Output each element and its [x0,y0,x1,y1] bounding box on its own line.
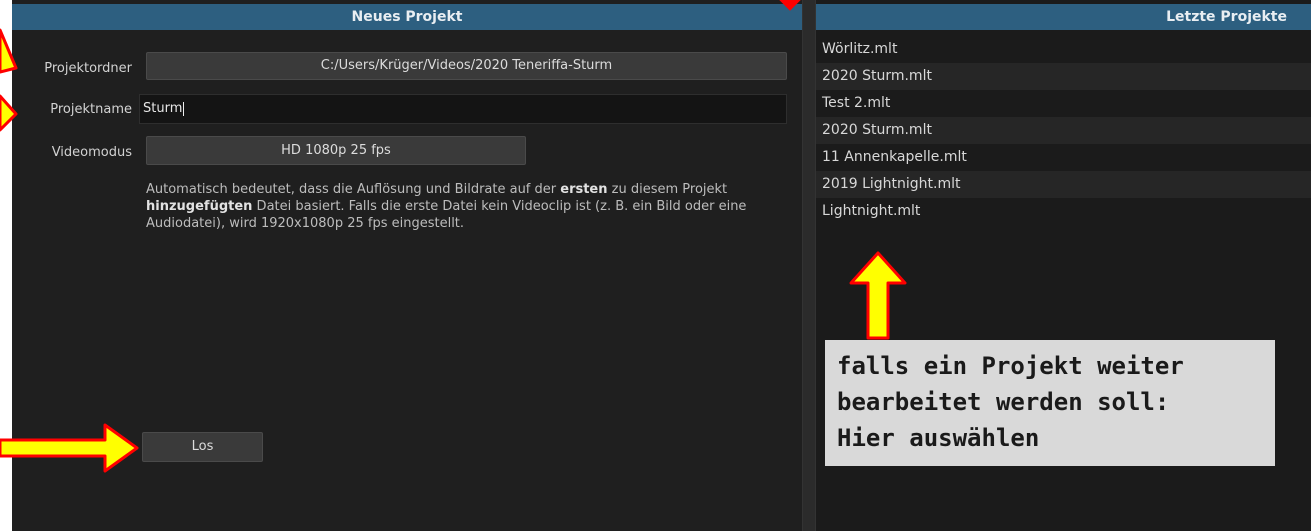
help-text-part: zu diesem Projekt [607,182,728,197]
help-text-part: Automatisch bedeutet, dass die Auflösung… [146,182,561,197]
recent-project-item[interactable]: Wörlitz.mlt [816,36,1311,63]
help-text-bold: hinzugefügten [146,199,253,214]
annotation-callout: falls ein Projekt weiter bearbeitet werd… [825,340,1275,466]
video-mode-help-text: Automatisch bedeutet, dass die Auflösung… [146,181,786,232]
project-name-value: Sturm [143,101,183,116]
panel-splitter[interactable] [802,0,816,531]
project-folder-label: Projektordner [44,61,132,76]
annotation-line: falls ein Projekt weiter [837,352,1184,380]
new-project-header: Neues Projekt [12,4,802,30]
annotation-line: bearbeitet werden soll: [837,388,1170,416]
project-folder-button[interactable]: C:/Users/Krüger/Videos/2020 Teneriffa-St… [146,52,787,80]
go-button[interactable]: Los [142,432,263,462]
text-caret [183,101,185,116]
video-mode-label: Videomodus [51,145,132,160]
recent-project-item[interactable]: Test 2.mlt [816,90,1311,117]
recent-projects-header: Letzte Projekte [816,4,1311,30]
recent-project-item[interactable]: 2020 Sturm.mlt [816,63,1311,90]
recent-project-item[interactable]: 11 Annenkapelle.mlt [816,144,1311,171]
recent-project-item[interactable]: 2020 Sturm.mlt [816,117,1311,144]
video-mode-select[interactable]: HD 1080p 25 fps [146,136,526,165]
project-name-label: Projektname [50,102,132,117]
new-project-panel: Neues Projekt Projektordner C:/Users/Krü… [12,0,802,531]
annotation-line: Hier auswählen [837,424,1040,452]
project-name-input[interactable]: Sturm [139,94,787,124]
recent-project-item[interactable]: 2019 Lightnight.mlt [816,171,1311,198]
recent-project-item[interactable]: Lightnight.mlt [816,198,1311,225]
help-text-bold: ersten [560,182,608,197]
